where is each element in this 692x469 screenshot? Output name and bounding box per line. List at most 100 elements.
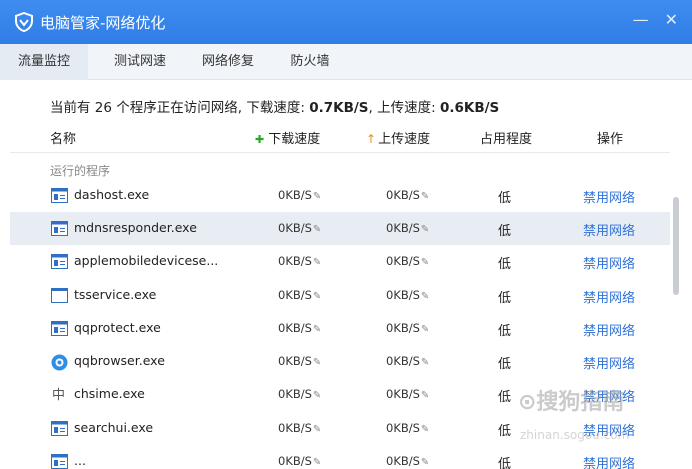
edit-pencil-icon[interactable]: ✎: [313, 291, 321, 302]
table-row[interactable]: applemobiledevicese... 0KB/S✎ 0KB/S✎ 低禁用网络: [10, 245, 670, 278]
upload-speed[interactable]: 0KB/S✎: [386, 288, 429, 302]
download-speed-value: 0KB/S: [278, 454, 312, 468]
edit-pencil-icon[interactable]: ✎: [421, 357, 429, 368]
upload-speed[interactable]: 0KB/S✎: [386, 188, 429, 202]
watermark: ⊙搜狗指南: [518, 390, 625, 415]
download-speed[interactable]: 0KB/S✎: [278, 188, 321, 202]
disable-network-link[interactable]: 禁用网络: [583, 453, 635, 469]
upload-speed-value: 0KB/S: [386, 254, 420, 268]
program-name: qqprotect.exe: [74, 320, 161, 335]
program-name: mdnsresponder.exe: [74, 220, 197, 235]
column-usage[interactable]: 占用程度: [480, 128, 532, 147]
program-name: qqbrowser.exe: [74, 353, 165, 368]
usage-level: 低: [498, 224, 512, 239]
edit-pencil-icon[interactable]: ✎: [313, 224, 321, 235]
download-speed[interactable]: 0KB/S✎: [278, 354, 321, 368]
title-bar: 电脑管家-网络优化 — ✕: [0, 0, 692, 44]
summary-download-speed: 0.7KB/S: [309, 100, 369, 116]
window-icon: [51, 188, 68, 203]
table-row[interactable]: tsservice.exe 0KB/S✎ 0KB/S✎ 低 禁用网络: [10, 279, 670, 312]
column-name[interactable]: 名称: [50, 128, 76, 147]
edit-pencil-icon[interactable]: ✎: [313, 357, 321, 368]
window-icon: [51, 221, 68, 236]
close-button[interactable]: ✕: [665, 10, 678, 29]
disable-network-link[interactable]: 禁用网络: [583, 287, 635, 306]
upload-speed-value: 0KB/S: [386, 454, 420, 468]
download-speed-value: 0KB/S: [278, 387, 312, 401]
edit-pencil-icon[interactable]: ✎: [421, 291, 429, 302]
usage-level: 低: [498, 324, 512, 339]
column-action: 操作: [597, 132, 624, 147]
disable-network-link[interactable]: 禁用网络: [583, 353, 635, 372]
table-row[interactable]: qqbrowser.exe 0KB/S✎ 0KB/S✎ 低禁用网络: [10, 345, 670, 378]
usage-level: 低: [498, 424, 512, 439]
scrollbar-thumb[interactable]: [673, 197, 679, 295]
program-name: applemobiledevicese...: [74, 253, 219, 268]
edit-pencil-icon[interactable]: ✎: [421, 324, 429, 335]
program-name: chsime.exe: [74, 386, 145, 401]
edit-pencil-icon[interactable]: ✎: [313, 390, 321, 401]
upload-speed[interactable]: 0KB/S✎: [386, 454, 429, 468]
edit-pencil-icon[interactable]: ✎: [313, 191, 321, 202]
window-icon: [51, 254, 68, 269]
download-speed-value: 0KB/S: [278, 354, 312, 368]
download-speed[interactable]: 0KB/S✎: [278, 421, 321, 435]
upload-speed-value: 0KB/S: [386, 354, 420, 368]
disable-network-link[interactable]: 禁用网络: [583, 220, 635, 239]
upload-speed[interactable]: 0KB/S✎: [386, 387, 429, 401]
disable-network-link[interactable]: 禁用网络: [583, 253, 635, 272]
table-row[interactable]: dashost.exe 0KB/S✎ 0KB/S✎ 低禁用网络: [10, 179, 670, 212]
upload-speed-value: 0KB/S: [386, 188, 420, 202]
download-speed-value: 0KB/S: [278, 421, 312, 435]
upload-speed[interactable]: 0KB/S✎: [386, 421, 429, 435]
download-speed-value: 0KB/S: [278, 321, 312, 335]
edit-pencil-icon[interactable]: ✎: [313, 324, 321, 335]
edit-pencil-icon[interactable]: ✎: [313, 457, 321, 468]
program-name: dashost.exe: [74, 187, 150, 202]
window-icon: [51, 421, 68, 436]
upload-speed-value: 0KB/S: [386, 421, 420, 435]
column-upload[interactable]: ↑ 上传速度: [366, 128, 430, 147]
edit-pencil-icon[interactable]: ✎: [421, 257, 429, 268]
column-download[interactable]: ✚ 下载速度: [255, 128, 320, 147]
edit-pencil-icon[interactable]: ✎: [421, 424, 429, 435]
program-name: tsservice.exe: [74, 287, 157, 302]
table-row[interactable]: qqprotect.exe 0KB/S✎ 0KB/S✎ 低禁用网络: [10, 312, 670, 345]
table-row[interactable]: ... 0KB/S✎ 0KB/S✎ 低禁用网络: [10, 445, 670, 469]
edit-pencil-icon[interactable]: ✎: [313, 424, 321, 435]
edit-pencil-icon[interactable]: ✎: [421, 224, 429, 235]
window-icon: [51, 321, 68, 336]
download-speed[interactable]: 0KB/S✎: [278, 288, 321, 302]
tab-speed-test[interactable]: 测试网速: [96, 44, 184, 80]
download-speed[interactable]: 0KB/S✎: [278, 254, 321, 268]
program-name: searchui.exe: [74, 420, 154, 435]
tab-network-repair[interactable]: 网络修复: [184, 44, 272, 80]
edit-pencil-icon[interactable]: ✎: [421, 457, 429, 468]
summary-middle: , 上传速度:: [368, 100, 440, 116]
program-name: ...: [74, 453, 86, 468]
upload-speed[interactable]: 0KB/S✎: [386, 354, 429, 368]
tab-traffic-monitor[interactable]: 流量监控: [0, 44, 88, 80]
disable-network-link[interactable]: 禁用网络: [583, 320, 635, 339]
usage-level: 低: [498, 291, 512, 306]
edit-pencil-icon[interactable]: ✎: [421, 390, 429, 401]
edit-pencil-icon[interactable]: ✎: [313, 257, 321, 268]
shield-logo-icon: [14, 12, 34, 32]
tab-firewall[interactable]: 防火墙: [270, 44, 350, 80]
column-download-label: 下载速度: [268, 132, 321, 147]
upload-speed[interactable]: 0KB/S✎: [386, 321, 429, 335]
download-speed[interactable]: 0KB/S✎: [278, 454, 321, 468]
minimize-button[interactable]: —: [633, 10, 649, 29]
upload-speed[interactable]: 0KB/S✎: [386, 254, 429, 268]
disable-network-link[interactable]: 禁用网络: [583, 187, 635, 206]
table-row[interactable]: mdnsresponder.exe 0KB/S✎ 0KB/S✎ 低禁用网络: [10, 212, 670, 245]
summary-upload-speed: 0.6KB/S: [439, 100, 500, 116]
download-speed[interactable]: 0KB/S✎: [278, 387, 321, 401]
upload-speed[interactable]: 0KB/S✎: [386, 221, 429, 235]
edit-pencil-icon[interactable]: ✎: [421, 191, 429, 202]
download-speed[interactable]: 0KB/S✎: [278, 321, 321, 335]
upload-speed-value: 0KB/S: [386, 221, 420, 235]
summary-prefix: 当前有 26 个程序正在访问网络, 下载速度:: [50, 100, 310, 116]
download-speed[interactable]: 0KB/S✎: [278, 221, 321, 235]
upload-arrow-icon: ↑: [366, 132, 377, 146]
